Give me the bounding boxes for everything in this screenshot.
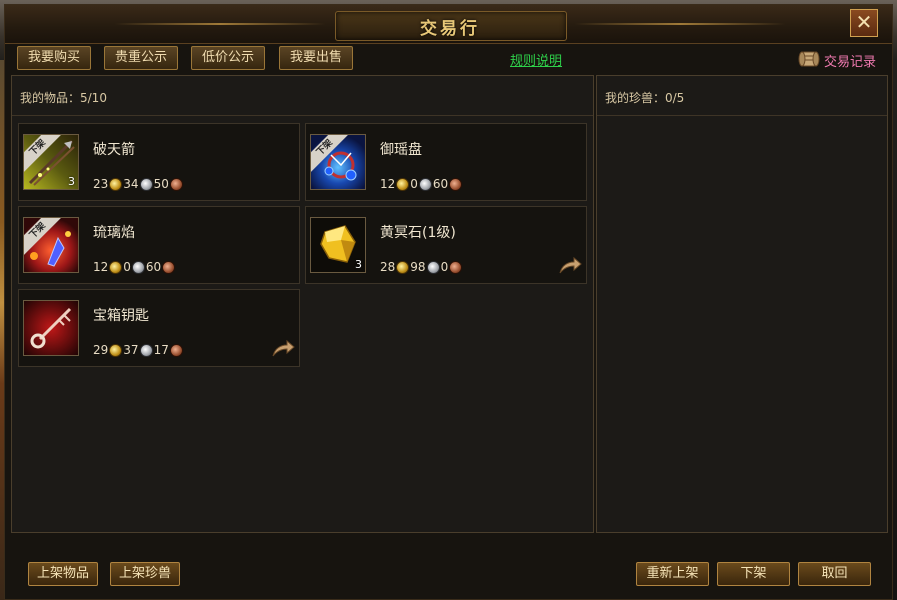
item-name: 御瑶盘: [380, 142, 422, 158]
tab-lowprice-notice[interactable]: 低价公示: [191, 46, 266, 70]
gold-amount: 12: [380, 177, 396, 191]
gold-amount: 28: [380, 260, 396, 274]
copper-amount: 60: [432, 177, 449, 191]
item-name: 黄冥石(1级): [380, 225, 456, 241]
silver-amount: 34: [123, 177, 139, 191]
relist-button[interactable]: 重新上架: [636, 562, 709, 586]
scroll-icon: [798, 51, 820, 67]
silver-amount: 37: [123, 343, 139, 357]
item-icon-frame: 下架: [23, 217, 79, 273]
silver-coin-icon: [139, 177, 153, 191]
gold-coin-icon: [109, 343, 123, 357]
item-slot[interactable]: 下架 御瑶盘 12 0 60: [305, 123, 587, 201]
copper-amount: 17: [153, 343, 169, 357]
item-slot[interactable]: 下架 琉璃焰 12 0 60: [18, 206, 300, 284]
tab-sell[interactable]: 我要出售: [279, 46, 354, 70]
silver-coin-icon: [139, 343, 153, 357]
my-items-header: 我的物品：5/10: [12, 76, 593, 116]
copper-coin-icon: [169, 343, 183, 357]
item-icon-frame: 下架: [310, 134, 366, 190]
gold-coin-icon: [109, 260, 123, 274]
my-items-count: 我的物品：5/10: [20, 91, 107, 105]
title-ornament-left: [115, 23, 325, 25]
my-pets-count: 我的珍兽：0/5: [605, 91, 685, 105]
share-arrow-icon[interactable]: [558, 255, 582, 275]
gold-amount: 29: [93, 343, 109, 357]
my-pets-header: 我的珍兽：0/5: [597, 76, 887, 116]
my-items-panel: 我的物品：5/10 下架 3 破天箭 23 34 50 下架 御瑶盘 12 0 …: [11, 75, 594, 533]
silver-coin-icon: [418, 177, 432, 191]
silver-coin-icon: [426, 260, 440, 274]
share-arrow-icon[interactable]: [271, 338, 295, 358]
tab-buy[interactable]: 我要购买: [17, 46, 92, 70]
title-bar: 交易行 ✕: [5, 5, 892, 44]
trading-house-window: 交易行 ✕ 我要购买 贵重公示 低价公示 我要出售 规则说明 交易记录 我的物品…: [4, 4, 893, 600]
item-quantity: 3: [355, 258, 362, 271]
item-icon-frame: 下架 3: [23, 134, 79, 190]
gold-coin-icon: [396, 260, 410, 274]
item-slot[interactable]: 3 黄冥石(1级) 28 98 0: [305, 206, 587, 284]
copper-amount: 50: [153, 177, 169, 191]
silver-amount: 0: [410, 177, 418, 191]
copper-amount: 60: [145, 260, 162, 274]
delist-button[interactable]: 下架: [717, 562, 790, 586]
tab-valuable-notice[interactable]: 贵重公示: [104, 46, 179, 70]
item-icon-frame: [23, 300, 79, 356]
item-icon-frame: 3: [310, 217, 366, 273]
item-name: 琉璃焰: [93, 225, 135, 241]
gold-amount: 23: [93, 177, 109, 191]
key-icon: [24, 301, 78, 355]
close-button[interactable]: ✕: [850, 9, 878, 37]
gold-coin-icon: [396, 177, 410, 191]
item-price: 12 0 60: [93, 259, 176, 275]
title-ornament-right: [575, 23, 785, 25]
my-pets-panel: 我的珍兽：0/5: [596, 75, 888, 533]
copper-coin-icon: [449, 177, 463, 191]
rules-link[interactable]: 规则说明: [510, 50, 562, 69]
copper-amount: 0: [440, 260, 449, 274]
list-item-button[interactable]: 上架物品: [28, 562, 99, 586]
copper-coin-icon: [449, 260, 463, 274]
copper-coin-icon: [169, 177, 183, 191]
retrieve-button[interactable]: 取回: [798, 562, 871, 586]
gold-coin-icon: [109, 177, 123, 191]
item-slot[interactable]: 宝箱钥匙 29 37 17: [18, 289, 300, 367]
copper-coin-icon: [162, 260, 176, 274]
item-slot[interactable]: 下架 3 破天箭 23 34 50: [18, 123, 300, 201]
list-pet-button[interactable]: 上架珍兽: [110, 562, 181, 586]
item-price: 29 37 17: [93, 342, 184, 358]
silver-amount: 0: [123, 260, 131, 274]
item-name: 宝箱钥匙: [93, 308, 149, 324]
item-price: 12 0 60: [380, 176, 463, 192]
window-title: 交易行: [420, 19, 480, 39]
item-price: 28 98 0: [380, 259, 463, 275]
trade-record-label: 交易记录: [824, 55, 877, 70]
silver-amount: 98: [410, 260, 426, 274]
item-quantity: 3: [68, 175, 75, 188]
item-name: 破天箭: [93, 142, 135, 158]
item-price: 23 34 50: [93, 176, 184, 192]
silver-coin-icon: [131, 260, 145, 274]
gold-amount: 12: [93, 260, 109, 274]
